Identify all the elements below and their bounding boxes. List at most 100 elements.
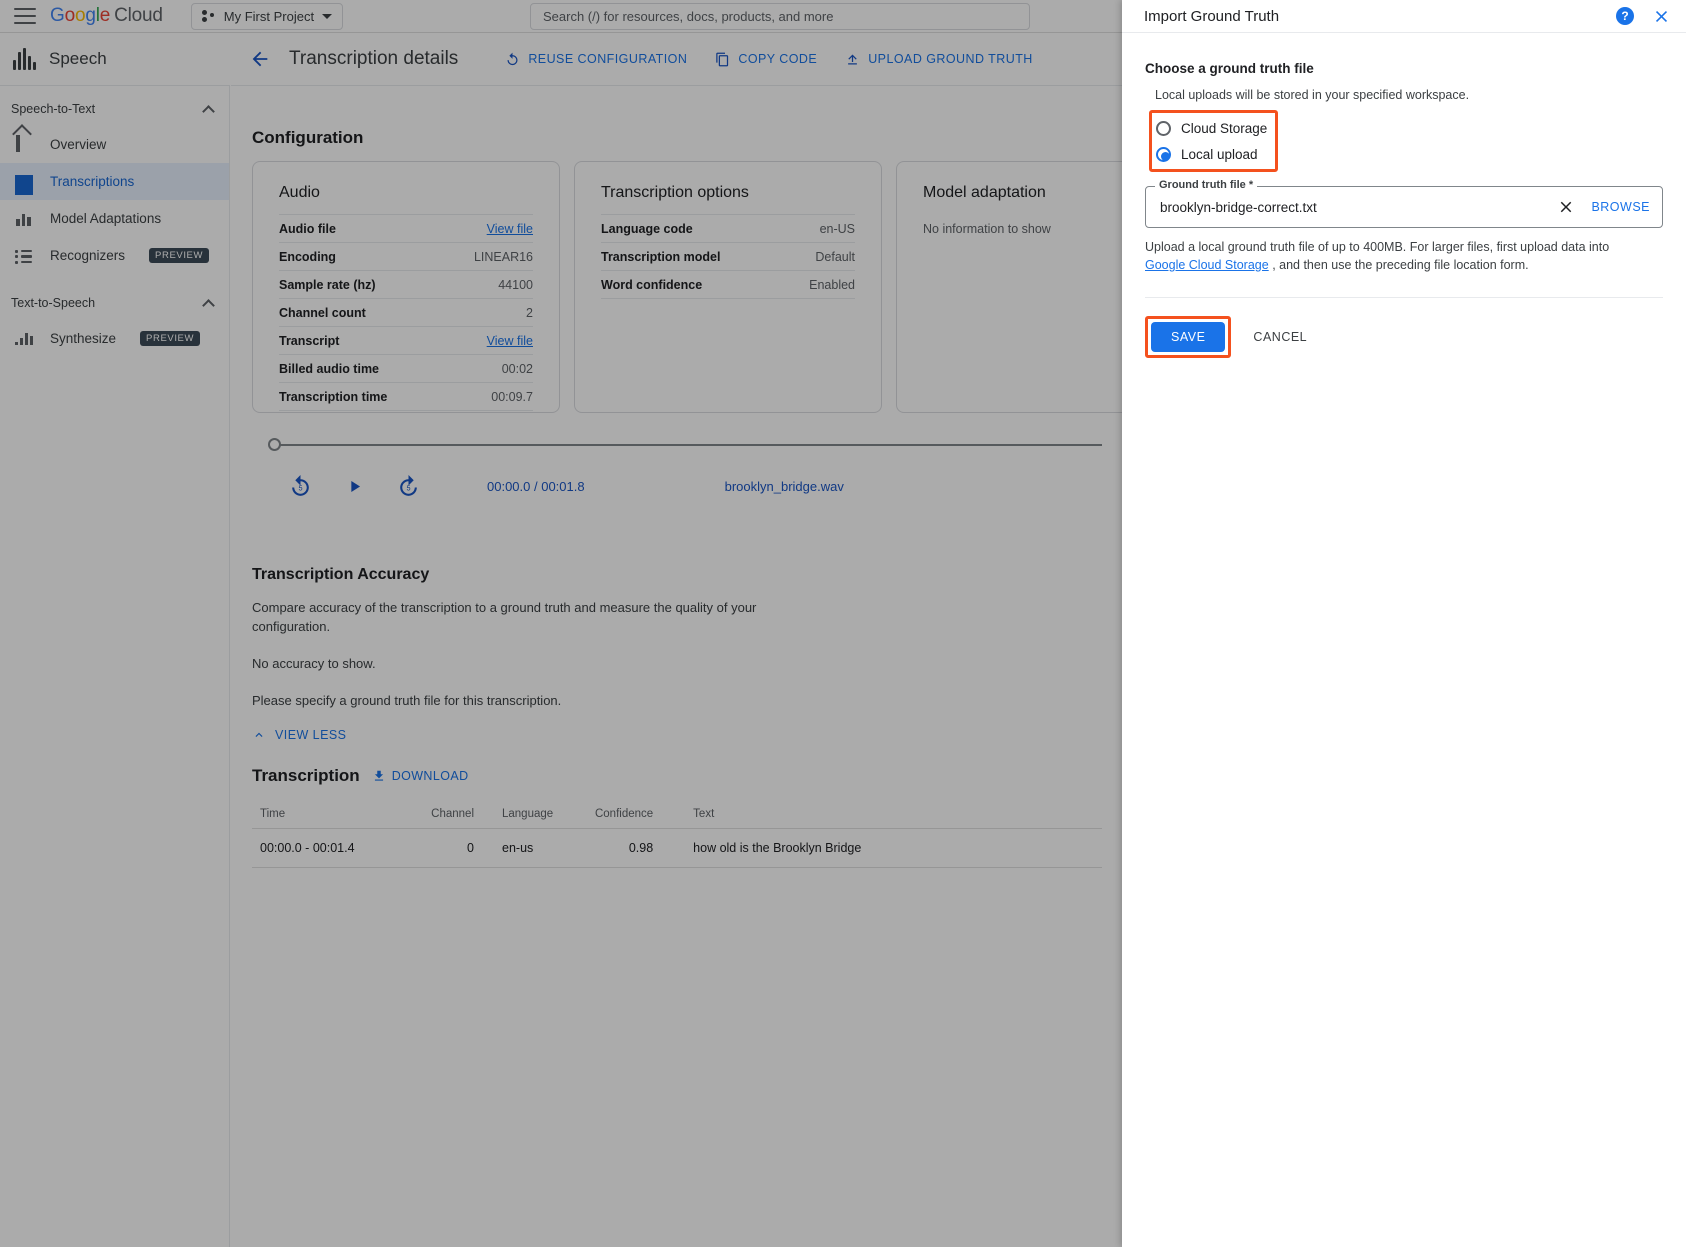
- forward-5-icon[interactable]: 5: [396, 474, 421, 499]
- row-value: 00:02: [502, 362, 533, 376]
- svg-text:5: 5: [298, 484, 302, 493]
- options-card-title: Transcription options: [601, 184, 855, 202]
- row-key: Word confidence: [601, 278, 702, 292]
- accuracy-description: Compare accuracy of the transcription to…: [252, 598, 772, 636]
- transcription-heading: Transcription: [252, 766, 360, 786]
- radio-local-upload[interactable]: Local upload: [1156, 141, 1267, 167]
- please-specify-text: Please specify a ground truth file for t…: [252, 691, 772, 710]
- hamburger-icon[interactable]: [14, 8, 36, 24]
- column-text: Text: [661, 800, 1102, 829]
- main-content: Configuration Audio Audio file View file …: [231, 86, 1122, 1247]
- audio-card: Audio Audio file View file EncodingLINEAR…: [252, 161, 560, 413]
- row-value-link[interactable]: View file: [487, 334, 533, 348]
- source-radio-group-highlight: Cloud Storage Local upload: [1149, 110, 1278, 172]
- row-key: Transcript: [279, 334, 339, 348]
- download-button[interactable]: DOWNLOAD: [372, 769, 469, 783]
- back-arrow-icon[interactable]: [249, 48, 271, 70]
- audio-file-link[interactable]: brooklyn_bridge.wav: [725, 479, 844, 494]
- panel-title: Import Ground Truth: [1144, 8, 1616, 25]
- choose-file-section-title: Choose a ground truth file: [1145, 61, 1663, 76]
- row-value: Enabled: [809, 278, 855, 292]
- playback-slider[interactable]: [274, 438, 1102, 452]
- project-selector[interactable]: My First Project: [191, 3, 343, 30]
- cell-confidence: 0.98: [561, 829, 661, 868]
- sidebar-item-label: Synthesize: [50, 331, 116, 346]
- sidebar-item-label: Recognizers: [50, 248, 125, 263]
- browse-button[interactable]: BROWSE: [1591, 200, 1650, 214]
- save-button[interactable]: SAVE: [1151, 322, 1225, 352]
- helper-pre-text: Upload a local ground truth file of up t…: [1145, 240, 1609, 254]
- configuration-heading: Configuration: [252, 128, 363, 148]
- no-accuracy-text: No accuracy to show.: [252, 654, 772, 673]
- help-icon[interactable]: ?: [1616, 7, 1634, 25]
- play-icon[interactable]: [345, 477, 364, 496]
- save-button-highlight: SAVE: [1145, 316, 1231, 358]
- audio-player: 5 5 00:00.0 / 00:01.8 brooklyn_bridge.wa…: [252, 438, 1102, 499]
- config-row: Transcript View file: [279, 326, 533, 354]
- config-row: Billed audio time00:02: [279, 354, 533, 382]
- row-value-link[interactable]: View file: [487, 222, 533, 236]
- page-title: Transcription details: [289, 48, 458, 70]
- sidebar-group-text-to-speech[interactable]: Text-to-Speech: [0, 286, 229, 320]
- config-row: EncodingLINEAR16: [279, 242, 533, 270]
- row-value: en-US: [820, 222, 855, 236]
- logo-cloud-text: Cloud: [114, 5, 163, 26]
- google-cloud-logo[interactable]: GoogleCloud: [50, 5, 163, 27]
- local-upload-note: Local uploads will be stored in your spe…: [1155, 88, 1663, 102]
- upload-ground-truth-button[interactable]: UPLOAD GROUND TRUTH: [845, 52, 1033, 67]
- table-row: 00:00.0 - 00:01.4 0 en-us 0.98 how old i…: [252, 829, 1102, 868]
- table-header-row: Time Channel Language Confidence Text: [252, 800, 1102, 829]
- recognizers-icon: [14, 246, 34, 266]
- copy-code-button[interactable]: COPY CODE: [715, 52, 817, 67]
- slider-knob[interactable]: [268, 438, 281, 451]
- row-value: 2: [526, 306, 533, 320]
- sidebar-item-recognizers[interactable]: Recognizers PREVIEW: [0, 237, 229, 274]
- cell-time: 00:00.0 - 00:01.4: [252, 829, 402, 868]
- product-header: Speech: [0, 33, 230, 86]
- close-icon[interactable]: [1652, 7, 1671, 26]
- page-header: Transcription details REUSE CONFIGURATIO…: [231, 33, 1122, 86]
- synthesize-icon: [14, 329, 34, 349]
- sidebar-item-transcriptions[interactable]: Transcriptions: [0, 163, 229, 200]
- transcription-section: Transcription DOWNLOAD Time Channel Lang…: [252, 766, 1102, 868]
- radio-button-icon[interactable]: [1156, 121, 1171, 136]
- replay-5-icon[interactable]: 5: [288, 474, 313, 499]
- row-value: 44100: [498, 278, 533, 292]
- sidebar-item-model-adaptations[interactable]: Model Adaptations: [0, 200, 229, 237]
- sidebar-item-label: Model Adaptations: [50, 211, 161, 226]
- sidebar-item-overview[interactable]: Overview: [0, 126, 229, 163]
- bars-icon: [14, 209, 34, 229]
- chevron-up-icon: [202, 299, 215, 312]
- sidebar-group-speech-to-text[interactable]: Speech-to-Text: [0, 92, 229, 126]
- radio-button-selected-icon[interactable]: [1156, 147, 1171, 162]
- download-label: DOWNLOAD: [392, 769, 469, 783]
- row-value: 00:09.7: [491, 390, 533, 404]
- audio-card-title: Audio: [279, 184, 533, 202]
- search-input[interactable]: Search (/) for resources, docs, products…: [530, 3, 1030, 30]
- row-key: Audio file: [279, 222, 336, 236]
- panel-header: Import Ground Truth ?: [1122, 0, 1686, 33]
- radio-cloud-storage[interactable]: Cloud Storage: [1156, 115, 1267, 141]
- transcription-options-card: Transcription options Language codeen-US…: [574, 161, 882, 413]
- cancel-button[interactable]: CANCEL: [1253, 330, 1307, 344]
- config-row: Channel count2: [279, 298, 533, 326]
- reuse-configuration-button[interactable]: REUSE CONFIGURATION: [505, 52, 687, 67]
- view-less-button[interactable]: VIEW LESS: [252, 728, 772, 742]
- upload-icon: [845, 52, 860, 67]
- speech-waveform-icon: [13, 48, 36, 70]
- cell-language: en-us: [482, 829, 561, 868]
- ground-truth-file-input[interactable]: brooklyn-bridge-correct.txt BROWSE: [1145, 186, 1663, 228]
- page-header-actions: REUSE CONFIGURATION COPY CODE UPLOAD GRO…: [505, 52, 1032, 67]
- config-row: Language codeen-US: [601, 214, 855, 242]
- row-key: Transcription time: [279, 390, 387, 404]
- config-row: Transcription modelDefault: [601, 242, 855, 270]
- adaptation-card-title: Model adaptation: [923, 184, 1122, 202]
- config-row: Sample rate (hz)44100: [279, 270, 533, 298]
- cell-channel: 0: [402, 829, 482, 868]
- google-cloud-storage-link[interactable]: Google Cloud Storage: [1145, 258, 1269, 272]
- config-row: Transcription time 00:09.7: [279, 382, 533, 411]
- sidebar-item-synthesize[interactable]: Synthesize PREVIEW: [0, 320, 229, 357]
- upload-helper-text: Upload a local ground truth file of up t…: [1145, 238, 1663, 274]
- radio-label: Cloud Storage: [1181, 121, 1267, 136]
- clear-icon[interactable]: [1557, 198, 1575, 216]
